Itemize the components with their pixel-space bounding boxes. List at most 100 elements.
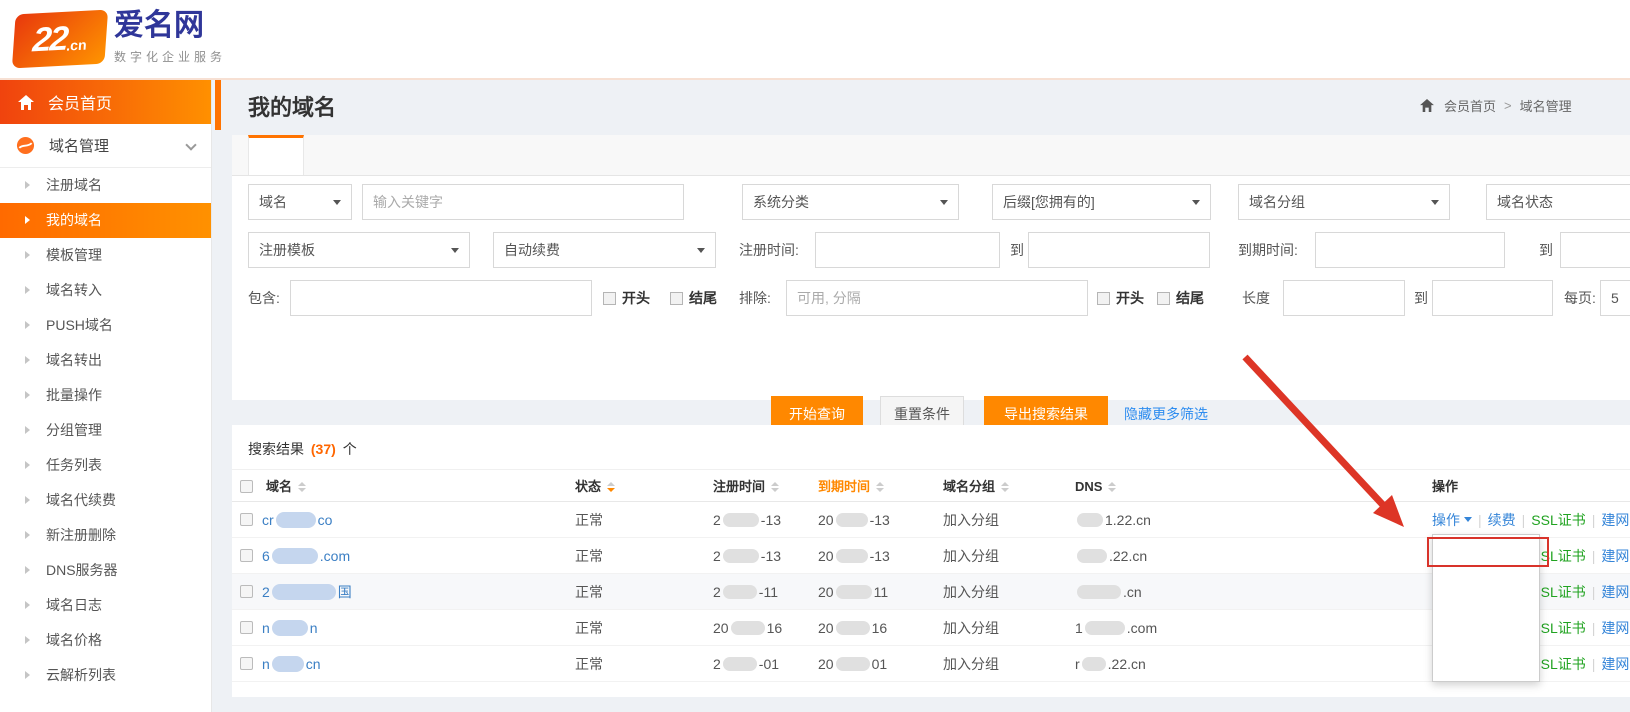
build-site-link[interactable]: 建网站: [1601, 574, 1630, 609]
domain-field-select[interactable]: 域名: [248, 184, 352, 220]
auto-renew-select[interactable]: 自动续费: [493, 232, 716, 268]
dropdown-item[interactable]: [1433, 595, 1539, 621]
reg-time-to-input[interactable]: [1028, 232, 1210, 268]
sidebar-item[interactable]: 模板管理: [0, 238, 211, 273]
exp-time-from-input[interactable]: [1315, 232, 1505, 268]
row-checkbox[interactable]: [240, 657, 253, 670]
row-checkbox[interactable]: [240, 621, 253, 634]
sidebar-item[interactable]: 注册域名: [0, 168, 211, 203]
results-summary: 搜索结果 (37) 个: [232, 425, 1630, 469]
dropdown-item[interactable]: [1433, 543, 1539, 569]
exp-date-cell: 20-13: [818, 502, 943, 537]
sidebar-section-domain-management[interactable]: 域名管理: [0, 124, 211, 168]
add-to-group-link[interactable]: 加入分组: [943, 574, 999, 609]
column-header[interactable]: 域名分组: [943, 470, 1075, 503]
domain-link[interactable]: ncn: [262, 646, 321, 681]
select-all-checkbox[interactable]: [240, 480, 253, 493]
sidebar-item[interactable]: 批量操作: [0, 378, 211, 413]
domain-link[interactable]: nn: [262, 610, 318, 645]
sidebar-member-home[interactable]: 会员首页: [0, 80, 211, 124]
per-page-select[interactable]: 5: [1600, 280, 1630, 316]
add-to-group-link[interactable]: 加入分组: [943, 502, 999, 537]
sidebar-item[interactable]: DNS服务器: [0, 553, 211, 588]
logo[interactable]: 22 .cn 爱名网 数字化企业服务: [14, 8, 226, 66]
column-header[interactable]: 到期时间: [818, 470, 943, 503]
keyword-input[interactable]: [362, 184, 684, 220]
domain-cell: 2国: [240, 574, 575, 609]
dropdown-item[interactable]: [1433, 647, 1539, 673]
sidebar-item[interactable]: 域名价格: [0, 623, 211, 658]
domain-link[interactable]: crco: [262, 502, 332, 537]
contain-label: 包含:: [248, 280, 280, 316]
domain-tab[interactable]: [790, 135, 844, 175]
sidebar-item[interactable]: 我的域名: [0, 203, 211, 238]
redacted-domain: [272, 620, 308, 636]
triangle-icon: [25, 356, 30, 364]
checkbox-icon: [1157, 292, 1170, 305]
build-site-link[interactable]: 建网站: [1601, 610, 1630, 645]
domain-tab[interactable]: [248, 135, 304, 175]
domain-tab[interactable]: [574, 135, 628, 175]
to-label: 到: [1414, 280, 1428, 316]
sidebar-item[interactable]: 域名转出: [0, 343, 211, 378]
results-card: 搜索结果 (37) 个 域名状态注册时间到期时间域名分组DNS操作 crco 正…: [232, 425, 1630, 697]
table-row: nn 正常 2016 2016 加入分组 1.com 操作|续费|SSL证书|建…: [232, 610, 1630, 646]
renew-link[interactable]: 续费: [1488, 502, 1516, 537]
contain-starts-with-checkbox[interactable]: 开头: [603, 280, 650, 316]
contain-ends-with-checkbox[interactable]: 结尾: [670, 280, 717, 316]
breadcrumb-home[interactable]: 会员首页: [1444, 96, 1496, 115]
length-from-input[interactable]: [1283, 280, 1405, 316]
row-checkbox[interactable]: [240, 585, 253, 598]
domain-link[interactable]: 6.com: [262, 538, 350, 573]
column-header[interactable]: 操作: [1432, 470, 1630, 503]
exclude-input[interactable]: [786, 280, 1088, 316]
reg-time-from-input[interactable]: [815, 232, 1000, 268]
domain-tab[interactable]: [358, 135, 412, 175]
contain-input[interactable]: [290, 280, 592, 316]
domain-tab[interactable]: [736, 135, 790, 175]
exp-time-to-input[interactable]: [1560, 232, 1630, 268]
add-to-group-link[interactable]: 加入分组: [943, 646, 999, 681]
sidebar-item[interactable]: 域名日志: [0, 588, 211, 623]
dropdown-item[interactable]: [1433, 569, 1539, 595]
column-header[interactable]: 注册时间: [713, 470, 818, 503]
domain-tab[interactable]: [412, 135, 466, 175]
sidebar-item[interactable]: 云解析列表: [0, 658, 211, 693]
domain-tab[interactable]: [304, 135, 358, 175]
register-template-select[interactable]: 注册模板: [248, 232, 470, 268]
column-header[interactable]: 域名: [240, 470, 575, 503]
sidebar-menu: 注册域名我的域名模板管理域名转入PUSH域名域名转出批量操作分组管理任务列表域名…: [0, 168, 211, 693]
ssl-cert-link[interactable]: SSL证书: [1531, 502, 1585, 537]
system-category-select[interactable]: 系统分类: [742, 184, 959, 220]
dropdown-item[interactable]: [1433, 621, 1539, 647]
add-to-group-link[interactable]: 加入分组: [943, 538, 999, 573]
brand-name: 爱名网: [114, 8, 226, 44]
column-header[interactable]: DNS: [1075, 470, 1432, 503]
build-site-link[interactable]: 建网站: [1601, 502, 1630, 537]
sidebar-item[interactable]: 任务列表: [0, 448, 211, 483]
exclude-starts-with-checkbox[interactable]: 开头: [1097, 280, 1144, 316]
domain-tab[interactable]: [520, 135, 574, 175]
row-checkbox[interactable]: [240, 549, 253, 562]
breadcrumb-current[interactable]: 域名管理: [1520, 96, 1572, 115]
sidebar-item[interactable]: 新注册删除: [0, 518, 211, 553]
domain-tab[interactable]: [682, 135, 736, 175]
sidebar-item[interactable]: 域名代续费: [0, 483, 211, 518]
column-header[interactable]: 状态: [575, 470, 713, 503]
domain-status-select[interactable]: 域名状态: [1486, 184, 1630, 220]
sidebar-item[interactable]: 分组管理: [0, 413, 211, 448]
row-checkbox[interactable]: [240, 513, 253, 526]
length-to-input[interactable]: [1432, 280, 1553, 316]
build-site-link[interactable]: 建网站: [1601, 646, 1630, 681]
sidebar-item[interactable]: 域名转入: [0, 273, 211, 308]
build-site-link[interactable]: 建网站: [1601, 538, 1630, 573]
domain-tab[interactable]: [466, 135, 520, 175]
add-to-group-link[interactable]: 加入分组: [943, 610, 999, 645]
domain-tab[interactable]: [628, 135, 682, 175]
exclude-ends-with-checkbox[interactable]: 结尾: [1157, 280, 1204, 316]
domain-group-select[interactable]: 域名分组: [1238, 184, 1450, 220]
row-operation-dropdown-link[interactable]: 操作: [1432, 502, 1472, 537]
sidebar-item[interactable]: PUSH域名: [0, 308, 211, 343]
suffix-select[interactable]: 后缀[您拥有的]: [992, 184, 1211, 220]
domain-link[interactable]: 2国: [262, 574, 352, 609]
